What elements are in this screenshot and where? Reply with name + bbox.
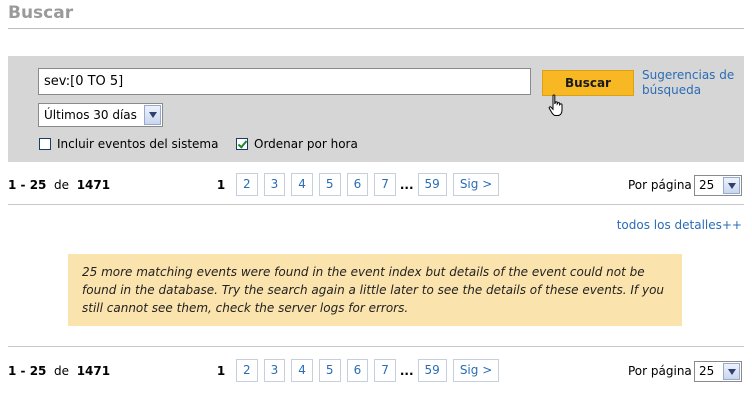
all-details-link[interactable]: todos los detalles++ <box>617 218 742 232</box>
page-links: 1 2 3 4 5 6 7 ... 59 Sig > <box>212 173 505 196</box>
page-ellipsis: ... <box>399 363 414 378</box>
page-link[interactable]: 7 <box>374 173 396 196</box>
chevron-down-icon[interactable] <box>723 177 740 194</box>
per-page-label: Por página <box>628 178 692 192</box>
page-link[interactable]: 5 <box>318 359 341 382</box>
include-system-events-option[interactable]: Incluir eventos del sistema <box>39 136 218 152</box>
page-link[interactable]: 4 <box>291 173 313 196</box>
warning-notice: 25 more matching events were found in th… <box>68 254 682 326</box>
page-link[interactable]: 5 <box>318 173 341 196</box>
per-page-select[interactable]: 25 <box>694 175 742 196</box>
results-divider <box>8 204 744 205</box>
page-link[interactable]: 6 <box>346 359 369 382</box>
include-system-events-checkbox[interactable] <box>39 138 51 150</box>
results-divider <box>8 346 744 347</box>
title-divider <box>8 28 744 29</box>
search-panel: Buscar Sugerencias de búsqueda Últimos 3… <box>8 56 744 162</box>
search-input[interactable] <box>38 68 531 95</box>
chevron-down-icon[interactable] <box>144 105 161 125</box>
sort-by-time-option[interactable]: Ordenar por hora <box>236 136 358 152</box>
include-system-events-label: Incluir eventos del sistema <box>57 137 219 151</box>
sort-by-time-label: Ordenar por hora <box>254 137 358 151</box>
page-links: 1 2 3 4 5 6 7 ... 59 Sig > <box>212 359 505 382</box>
page-link[interactable]: 4 <box>291 359 313 382</box>
page-link[interactable]: 2 <box>236 359 258 382</box>
current-page: 1 <box>216 177 226 192</box>
page-link[interactable]: 7 <box>374 359 396 382</box>
next-page-button[interactable]: Sig > <box>452 359 500 382</box>
page-link[interactable]: 3 <box>263 359 286 382</box>
search-button[interactable]: Buscar <box>542 70 634 96</box>
per-page-label: Por página <box>628 364 692 378</box>
current-page: 1 <box>216 363 226 378</box>
next-page-button[interactable]: Sig > <box>452 173 500 196</box>
search-suggestions-link[interactable]: Sugerencias de búsqueda <box>642 68 742 98</box>
chevron-down-icon[interactable] <box>723 363 740 380</box>
sort-by-time-checkbox[interactable] <box>236 138 248 150</box>
hand-cursor-icon <box>548 94 563 116</box>
page-link[interactable]: 2 <box>236 173 258 196</box>
result-range: 1 - 25 de 1471 <box>8 178 111 192</box>
result-range: 1 - 25 de 1471 <box>8 364 111 378</box>
per-page-select[interactable]: 25 <box>694 361 742 382</box>
page-ellipsis: ... <box>399 177 414 192</box>
last-page-link[interactable]: 59 <box>417 359 447 382</box>
time-range-value: Últimos 30 días <box>44 108 137 122</box>
page-link[interactable]: 6 <box>346 173 369 196</box>
per-page-value: 25 <box>699 364 715 378</box>
page-title: Buscar <box>8 3 74 23</box>
pagination-bottom: 1 - 25 de 1471 1 2 3 4 5 6 7 ... 59 Sig … <box>8 358 744 386</box>
time-range-select[interactable]: Últimos 30 días <box>38 103 163 127</box>
pagination-top: 1 - 25 de 1471 1 2 3 4 5 6 7 ... 59 Sig … <box>8 172 744 200</box>
last-page-link[interactable]: 59 <box>417 173 447 196</box>
page-link[interactable]: 3 <box>263 173 286 196</box>
per-page-value: 25 <box>699 178 715 192</box>
